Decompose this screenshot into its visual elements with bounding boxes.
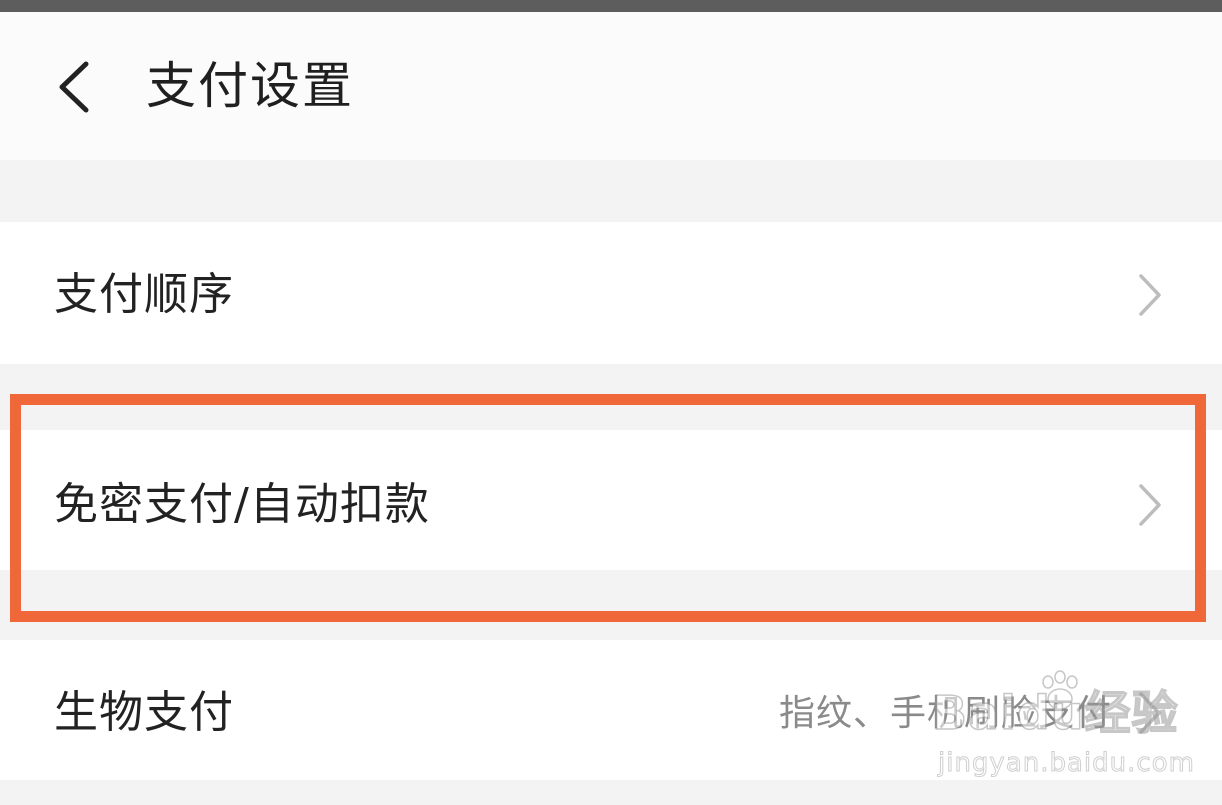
chevron-right-icon bbox=[1135, 690, 1165, 736]
payment-settings-screen: 支付设置 支付顺序 免密支付/自动扣款 生物支付 指纹、手机刷脸支付 Baidu… bbox=[0, 0, 1222, 805]
row-label: 支付顺序 bbox=[54, 269, 234, 320]
row-label: 免密支付/自动扣款 bbox=[54, 479, 430, 530]
page-title: 支付设置 bbox=[146, 57, 354, 115]
row-label: 生物支付 bbox=[54, 687, 234, 738]
status-bar bbox=[0, 0, 1222, 12]
back-arrow-icon bbox=[59, 61, 89, 113]
row-biometric-payment[interactable]: 生物支付 指纹、手机刷脸支付 bbox=[0, 640, 1222, 780]
header-bar: 支付设置 bbox=[0, 12, 1222, 160]
row-password-free-payment[interactable]: 免密支付/自动扣款 bbox=[0, 430, 1222, 570]
chevron-right-icon bbox=[1135, 272, 1165, 318]
chevron-right-icon bbox=[1135, 482, 1165, 528]
back-button[interactable] bbox=[40, 52, 110, 122]
row-payment-order[interactable]: 支付顺序 bbox=[0, 222, 1222, 364]
row-value: 指纹、手机刷脸支付 bbox=[778, 693, 1112, 734]
